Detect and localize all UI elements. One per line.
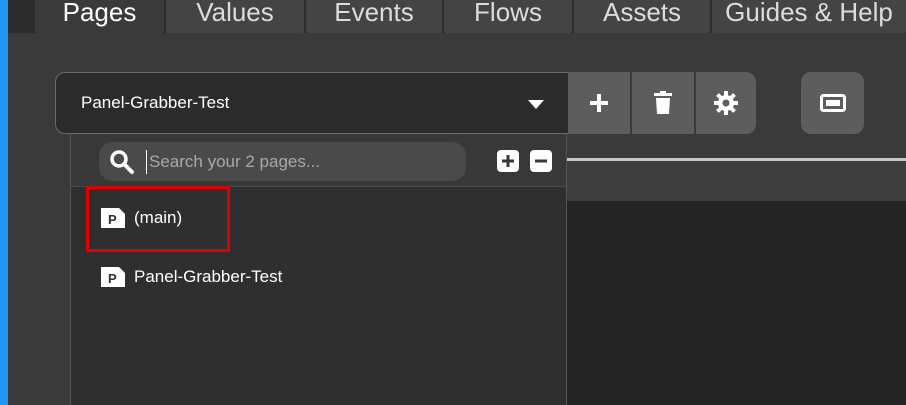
gear-icon — [714, 91, 738, 115]
page-settings-button[interactable] — [696, 72, 756, 134]
list-item-panel-grabber-test[interactable]: P Panel-Grabber-Test — [99, 262, 282, 292]
dropdown-header — [71, 134, 566, 187]
highlight-box — [86, 186, 230, 252]
delete-page-button[interactable] — [632, 72, 694, 134]
page-icon: P — [101, 267, 125, 287]
tab-pages-label: Pages — [62, 0, 137, 27]
plus-icon — [590, 94, 608, 112]
list-item-label: Panel-Grabber-Test — [134, 267, 283, 286]
trash-icon — [654, 91, 672, 114]
plus-square-icon — [502, 155, 514, 167]
tab-values-label: Values — [196, 0, 274, 27]
panel-icon — [819, 94, 846, 112]
add-page-button[interactable] — [568, 72, 630, 134]
selected-page-label: Panel-Grabber-Test — [81, 93, 230, 112]
search-input[interactable] — [146, 150, 446, 174]
page-dropdown-menu: P (main) P Panel-Grabber-Test — [70, 134, 567, 405]
toolbar-band — [566, 161, 906, 201]
minus-square-icon — [535, 159, 547, 163]
tab-guides-help-label: Guides & Help — [725, 0, 893, 27]
tab-flows-label: Flows — [474, 0, 542, 27]
svg-text:P: P — [108, 271, 117, 286]
canvas-area — [566, 201, 906, 405]
tab-flows[interactable]: Flows — [444, 0, 572, 33]
window-edge — [0, 0, 8, 405]
tab-events-label: Events — [334, 0, 414, 27]
search-icon — [110, 150, 134, 174]
tab-events[interactable]: Events — [306, 0, 442, 33]
expand-all-button[interactable] — [497, 150, 519, 172]
tab-guides-help[interactable]: Guides & Help — [712, 0, 906, 33]
panel-view-button[interactable] — [801, 72, 864, 134]
page-select-dropdown[interactable]: Panel-Grabber-Test — [55, 72, 570, 134]
tab-pages[interactable]: Pages — [35, 0, 164, 33]
collapse-all-button[interactable] — [530, 150, 552, 172]
tab-bar: Pages Values Events Flows Assets Guides … — [8, 0, 906, 33]
chevron-down-icon — [528, 100, 544, 109]
tab-assets[interactable]: Assets — [574, 0, 710, 33]
search-box — [99, 142, 466, 181]
tab-values[interactable]: Values — [166, 0, 304, 33]
tab-assets-label: Assets — [602, 0, 682, 27]
